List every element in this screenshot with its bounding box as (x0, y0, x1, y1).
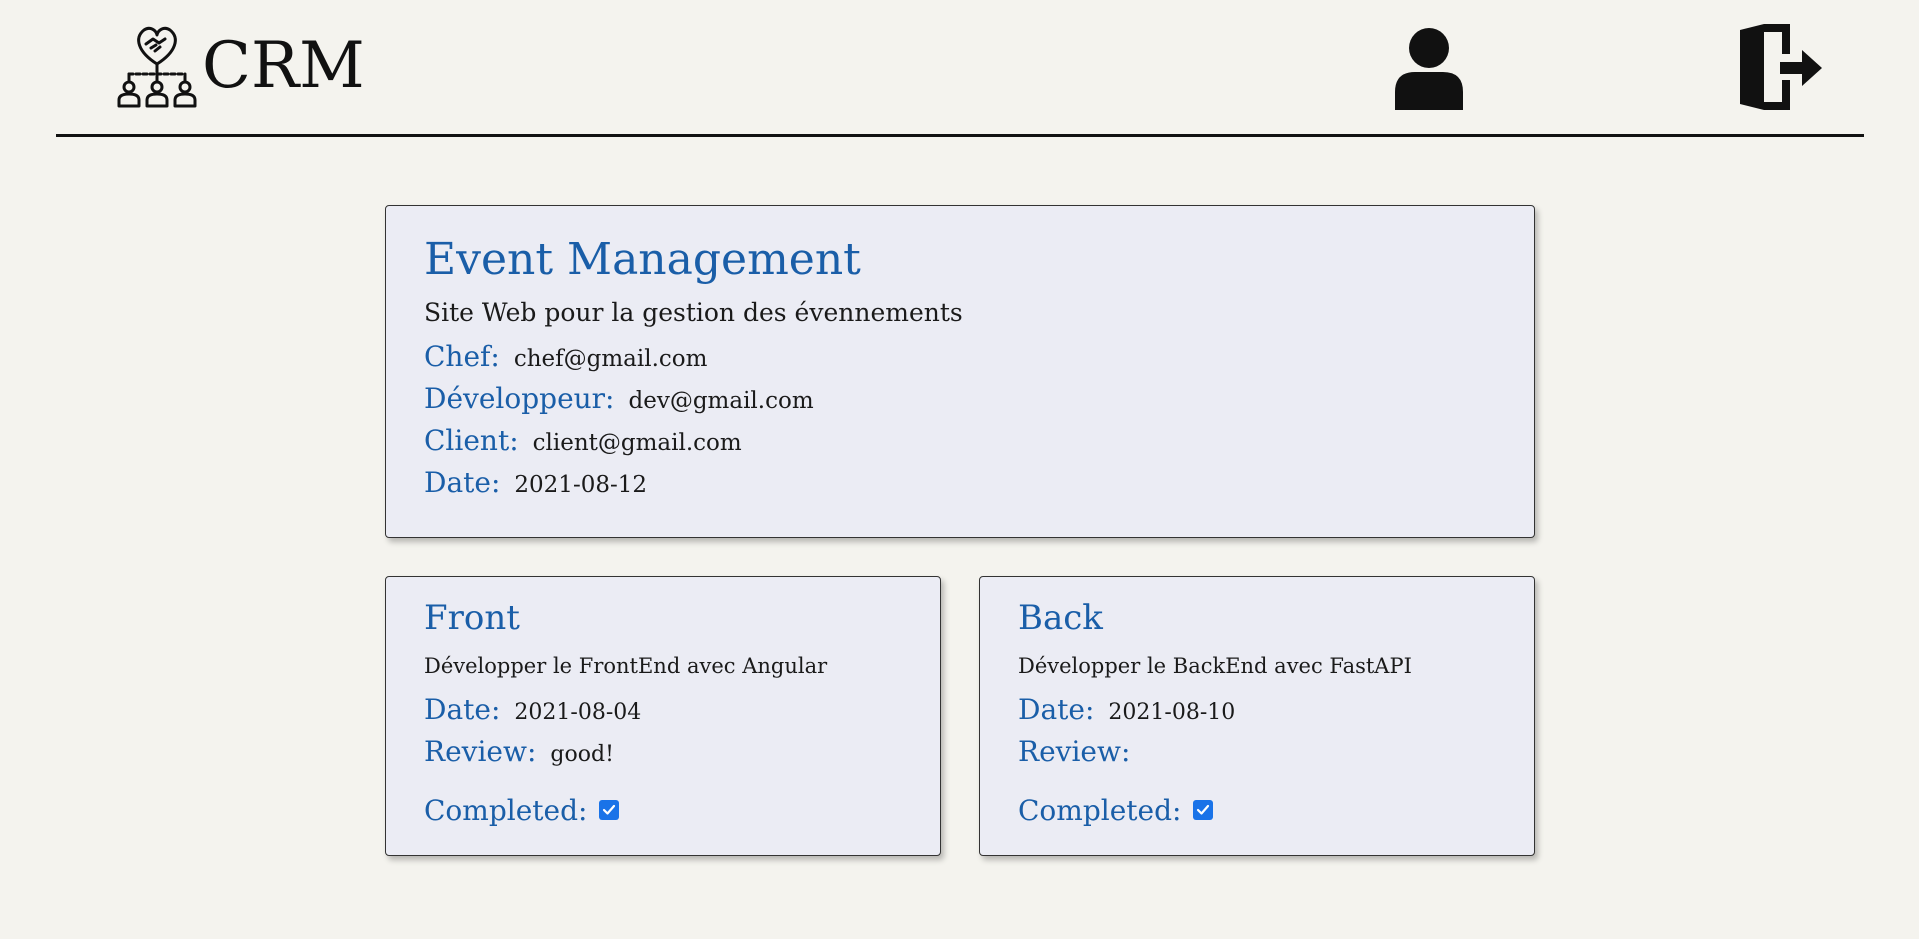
completed-checkbox[interactable] (599, 800, 620, 820)
field-value: 2021-08-12 (514, 472, 648, 498)
top-header: CRM (56, 0, 1864, 137)
project-field-chef: Chef: chef@gmail.com (424, 340, 1496, 382)
field-label: Client: (424, 424, 519, 457)
task-card-front: Front Développer le FrontEnd avec Angula… (385, 576, 941, 856)
task-date-label: Date: (424, 693, 501, 726)
app-name: CRM (202, 29, 365, 103)
task-date: Date: 2021-08-10 (1018, 693, 1496, 735)
task-date-value: 2021-08-10 (1108, 700, 1236, 725)
task-date: Date: 2021-08-04 (424, 693, 902, 735)
user-icon[interactable] (1393, 26, 1465, 110)
project-field-developpeur: Développeur: dev@gmail.com (424, 382, 1496, 424)
task-title: Back (1018, 598, 1103, 638)
task-review: Review: (1018, 735, 1496, 777)
task-completed: Completed: (424, 789, 902, 831)
project-description: Site Web pour la gestion des évennements (424, 298, 963, 327)
task-title: Front (424, 598, 520, 638)
field-value: client@gmail.com (532, 430, 742, 456)
task-description: Développer le BackEnd avec FastAPI (1018, 654, 1412, 678)
task-completed-label: Completed: (1018, 793, 1182, 827)
field-value: chef@gmail.com (513, 346, 708, 372)
task-completed-label: Completed: (424, 793, 588, 827)
task-description: Développer le FrontEnd avec Angular (424, 654, 828, 678)
logo[interactable]: CRM (116, 24, 365, 108)
project-card: Event Management Site Web pour la gestio… (385, 205, 1535, 538)
task-review-value: good! (550, 742, 614, 767)
field-label: Chef: (424, 340, 500, 373)
project-title: Event Management (424, 234, 861, 285)
task-review-label: Review: (424, 735, 537, 768)
task-completed: Completed: (1018, 789, 1496, 831)
checkmark-icon (1197, 804, 1210, 815)
project-field-date: Date: 2021-08-12 (424, 466, 1496, 508)
task-review: Review: good! (424, 735, 902, 777)
logout-icon[interactable] (1736, 24, 1824, 110)
field-value: dev@gmail.com (628, 388, 814, 414)
checkmark-icon (603, 804, 616, 815)
task-date-label: Date: (1018, 693, 1095, 726)
task-card-back: Back Développer le BackEnd avec FastAPI … (979, 576, 1535, 856)
task-date-value: 2021-08-04 (514, 700, 642, 725)
field-label: Date: (424, 466, 501, 499)
task-review-label: Review: (1018, 735, 1131, 768)
project-field-client: Client: client@gmail.com (424, 424, 1496, 466)
field-label: Développeur: (424, 382, 615, 415)
completed-checkbox[interactable] (1193, 800, 1214, 820)
crm-team-handshake-icon (117, 26, 197, 108)
